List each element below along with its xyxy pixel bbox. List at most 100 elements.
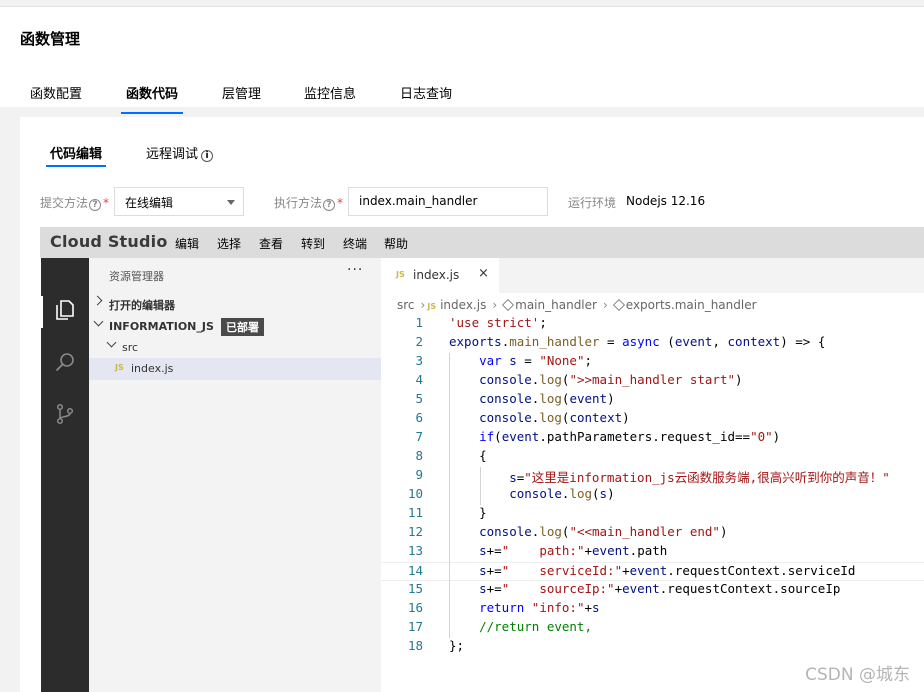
submit-method-text: 提交方法 — [40, 196, 89, 210]
code-text: } — [449, 505, 487, 520]
code-line: 17 //return event, — [381, 619, 924, 638]
menu-help[interactable]: 帮助 — [384, 235, 408, 252]
symbol-method-icon — [502, 298, 515, 312]
code-line: 2 exports.main_handler = async (event, co… — [381, 334, 924, 353]
tab-log-query[interactable]: 日志查询 — [400, 83, 452, 114]
code-text: s+=" serviceId:"+event.requestContext.se… — [479, 563, 856, 578]
code-line: 1 'use strict'; — [381, 315, 924, 334]
submit-method-value: 在线编辑 — [125, 196, 174, 210]
runtime-label: 运行环境 — [568, 196, 617, 210]
indent-guide — [449, 353, 450, 638]
line-number: 9 — [415, 467, 423, 482]
menu-view[interactable]: 查看 — [259, 235, 283, 252]
line-number: 10 — [407, 486, 423, 501]
menu-go[interactable]: 转到 — [301, 235, 325, 252]
code-line: 14 s+=" serviceId:"+event.requestContext… — [381, 562, 924, 581]
folder-src[interactable]: src — [89, 337, 381, 359]
code-text: //return event, — [449, 619, 592, 634]
caret-down-icon — [227, 200, 235, 205]
explorer-files-icon[interactable] — [53, 298, 77, 322]
tab-function-config[interactable]: 函数配置 — [30, 83, 82, 114]
breadcrumb-function[interactable]: main_handler — [515, 298, 597, 312]
folder-src-label: src — [122, 341, 139, 354]
line-number: 1 — [415, 315, 423, 330]
code-line: 18}; — [381, 638, 924, 657]
code-text: s+=" path:"+event.path — [479, 543, 668, 558]
ide-menubar: Cloud Studio 编辑 选择 查看 转到 终端 帮助 — [40, 227, 924, 258]
close-icon[interactable]: × — [478, 266, 489, 281]
code-line: 16 return "info:"+s — [381, 600, 924, 619]
menu-edit[interactable]: 编辑 — [175, 235, 199, 252]
line-number: 11 — [407, 505, 423, 520]
line-number: 8 — [415, 448, 423, 463]
code-line: 15 s+=" sourceIp:"+event.requestContext.… — [381, 581, 924, 600]
code-text: console.log(context) — [479, 410, 630, 425]
chevron-right-icon: › — [492, 298, 498, 312]
open-editors-label: 打开的编辑器 — [109, 299, 175, 312]
exec-method-input[interactable]: index.main_handler — [348, 187, 548, 216]
line-number: 12 — [407, 524, 423, 539]
js-file-icon: JS — [427, 302, 437, 311]
code-line: 3 var s = "None"; — [381, 353, 924, 372]
help-icon[interactable]: ? — [89, 199, 102, 211]
js-file-icon: JS — [396, 270, 405, 279]
open-editors-section[interactable]: 打开的编辑器 — [89, 293, 381, 315]
code-editor: JS index.js × src › JS index.js › main_handle… — [381, 258, 924, 692]
code-text: return "info:"+s — [479, 600, 600, 615]
line-number: 13 — [407, 543, 423, 558]
project-section[interactable]: INFORMATION_JS 已部署 — [89, 316, 381, 338]
menu-selection[interactable]: 选择 — [217, 235, 241, 252]
symbol-method-icon — [612, 298, 625, 312]
tab-layer-management[interactable]: 层管理 — [222, 83, 261, 114]
code-line: 11 } — [381, 505, 924, 524]
menu-terminal[interactable]: 终端 — [343, 235, 367, 252]
code-text: exports.main_handler = async (event, con… — [449, 334, 826, 349]
explorer-sidebar: 资源管理器 ··· 打开的编辑器 INFORMATION_JS 已部署 src … — [89, 258, 381, 692]
chevron-right-icon — [92, 295, 103, 306]
breadcrumb-export[interactable]: exports.main_handler — [626, 298, 757, 312]
tab-function-code[interactable]: 函数代码 — [120, 83, 184, 114]
deployed-badge: 已部署 — [221, 318, 264, 336]
line-number: 7 — [415, 429, 423, 444]
source-control-icon[interactable] — [53, 402, 77, 426]
breadcrumb-src[interactable]: src — [397, 298, 415, 312]
submit-method-select[interactable]: 在线编辑 — [114, 187, 244, 216]
line-number: 6 — [415, 410, 423, 425]
required-mark: * — [337, 196, 344, 210]
breadcrumb-file[interactable]: index.js — [440, 298, 486, 312]
line-number: 18 — [407, 638, 423, 653]
explorer-title: 资源管理器 — [109, 270, 164, 283]
activity-bar — [41, 258, 89, 692]
editor-tab-index-js[interactable]: JS index.js × — [381, 258, 499, 293]
editor-tab-strip: JS index.js × — [381, 258, 924, 293]
more-actions-icon[interactable]: ··· — [347, 262, 363, 278]
line-number: 16 — [407, 600, 423, 615]
code-text: }; — [449, 638, 465, 653]
ide-brand-logo: Cloud Studio — [50, 232, 168, 251]
breadcrumb: src › JS index.js › main_handler › exports.main… — [397, 298, 759, 312]
code-line: 4 console.log(">>main_handler start") — [381, 372, 924, 391]
file-index-js[interactable]: JS index.js — [89, 358, 381, 380]
code-line: 8 { — [381, 448, 924, 467]
js-file-icon: JS — [115, 363, 124, 372]
tab-remote-debug-label: 远程调试 — [146, 147, 199, 162]
line-number: 17 — [407, 619, 423, 634]
line-number: 5 — [415, 391, 423, 406]
line-number: 15 — [407, 581, 423, 596]
watermark: CSDN @城东 — [805, 665, 910, 685]
tab-remote-debug[interactable]: 远程调试 i — [146, 143, 214, 167]
search-icon[interactable] — [53, 350, 77, 374]
info-icon[interactable]: i — [201, 150, 214, 162]
help-icon[interactable]: ? — [323, 199, 336, 211]
page-title: 函数管理 — [20, 30, 81, 48]
submit-method-label: 提交方法? * — [40, 194, 109, 211]
code-line: 7 if(event.pathParameters.request_id=="0… — [381, 429, 924, 448]
tab-code-edit[interactable]: 代码编辑 — [45, 143, 107, 167]
code-text: s="这里是information_js云函数服务端,很高兴听到你的声音！" — [509, 470, 890, 485]
code-text: if(event.pathParameters.request_id=="0") — [479, 429, 781, 444]
tab-monitoring[interactable]: 监控信息 — [304, 83, 356, 114]
indent-guide — [480, 467, 481, 505]
cloud-studio-ide: Cloud Studio 编辑 选择 查看 转到 终端 帮助 资源管理器 ···… — [40, 227, 924, 692]
exec-method-text: 执行方法 — [274, 196, 323, 210]
code-line: 10 console.log(s) — [381, 486, 924, 505]
